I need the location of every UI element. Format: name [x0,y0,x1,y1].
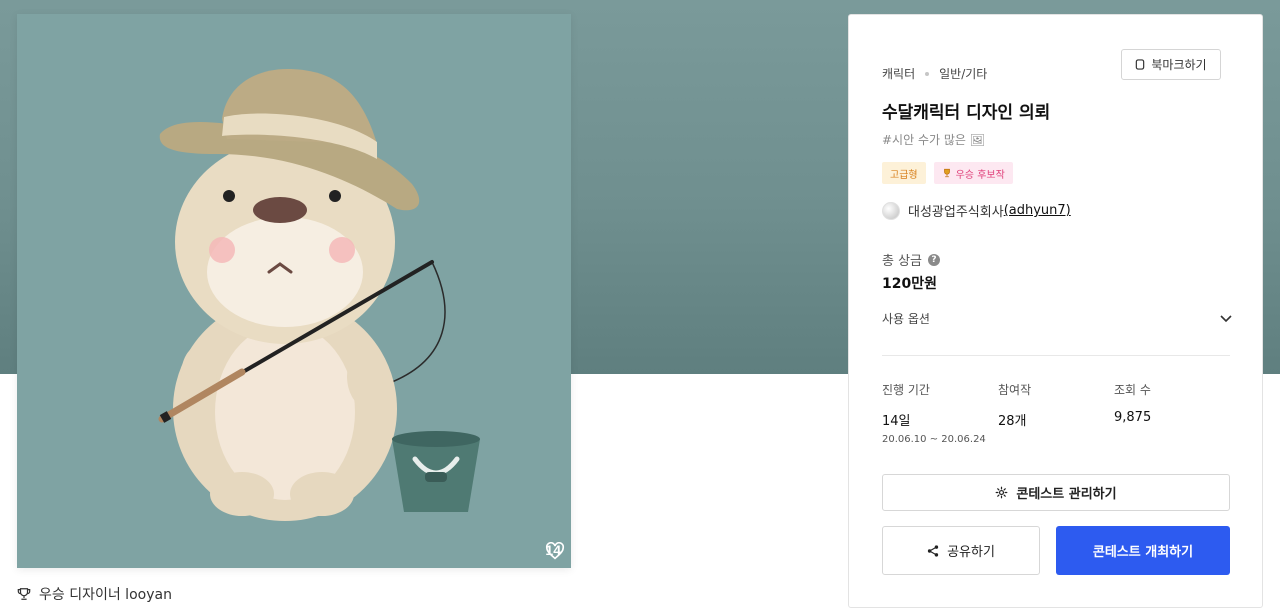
period-value: 14일 [882,414,911,429]
views-value: 9,875 [1114,410,1152,425]
prize-label: 총 상금 ? [882,250,941,269]
breadcrumb-separator [925,71,930,76]
help-icon[interactable]: ? [928,253,941,266]
bookmark-label: 북마크하기 [1151,58,1207,72]
trophy-icon [943,168,950,178]
chevron-down-icon [1220,314,1232,322]
gear-icon [996,486,1008,499]
host-info[interactable]: 대성광업주식회사 (adhyun7) [882,201,1071,220]
share-icon [927,544,939,557]
breadcrumb: 캐릭터 일반/기타 [882,65,987,82]
options-label: 사용 옵션 [882,312,930,326]
contest-title: 수달캐릭터 디자인 의뢰 [882,103,1051,123]
contest-info-panel: 캐릭터 일반/기타 북마크하기 수달캐릭터 디자인 의뢰 #시안 수가 많은 🖼… [848,14,1263,608]
bookmark-button[interactable]: 북마크하기 [1121,49,1221,80]
badge-row: 고급형 우승 후보작 [882,162,1013,184]
host-id-link[interactable]: (adhyun7) [1004,203,1071,218]
manage-contest-button[interactable]: 콘테스트 관리하기 [882,474,1230,511]
options-dropdown[interactable]: 사용 옵션 [882,310,1232,327]
stat-entries: 참여작 28개 [998,381,1031,429]
bookmark-icon [1136,59,1145,70]
winner-text: 우승 디자이너 looyan [39,587,172,603]
trophy-icon [17,588,31,600]
like-button[interactable]: 14 [545,542,565,560]
share-button[interactable]: 공유하기 [882,526,1040,575]
host-name: 대성광업주식회사 [908,205,1004,220]
period-range: 20.06.10 ~ 20.06.24 [882,434,986,445]
premium-badge: 고급형 [882,162,926,184]
subcategory-link[interactable]: 일반/기타 [939,65,987,82]
contest-tags: #시안 수가 많은 🖼 [882,133,985,147]
period-label: 진행 기간 [882,383,930,397]
winner-candidate-badge: 우승 후보작 [933,162,1013,184]
entries-value: 28개 [998,414,1027,429]
heart-icon [546,542,565,560]
prize-value: 120만원 [882,276,937,292]
host-contest-label: 콘테스트 개최하기 [1092,545,1194,560]
category-link[interactable]: 캐릭터 [882,65,915,82]
views-label: 조회 수 [1114,383,1151,397]
prize-label-text: 총 상금 [882,254,923,269]
host-avatar [882,201,900,220]
otter-fishing-illustration [158,69,480,521]
stat-views: 조회 수 9,875 [1114,381,1151,425]
share-label: 공유하기 [947,545,995,560]
winner-candidate-label: 우승 후보작 [955,169,1005,181]
premium-badge-label: 고급형 [890,169,918,181]
stat-period: 진행 기간 14일 20.06.10 ~ 20.06.24 [882,381,986,445]
divider [882,355,1230,356]
artwork-image[interactable]: 14 [17,14,571,568]
winner-designer: 우승 디자이너 looyan [17,584,172,604]
entries-label: 참여작 [998,383,1032,397]
host-contest-button[interactable]: 콘테스트 개최하기 [1056,526,1230,575]
manage-contest-label: 콘테스트 관리하기 [1016,487,1117,502]
